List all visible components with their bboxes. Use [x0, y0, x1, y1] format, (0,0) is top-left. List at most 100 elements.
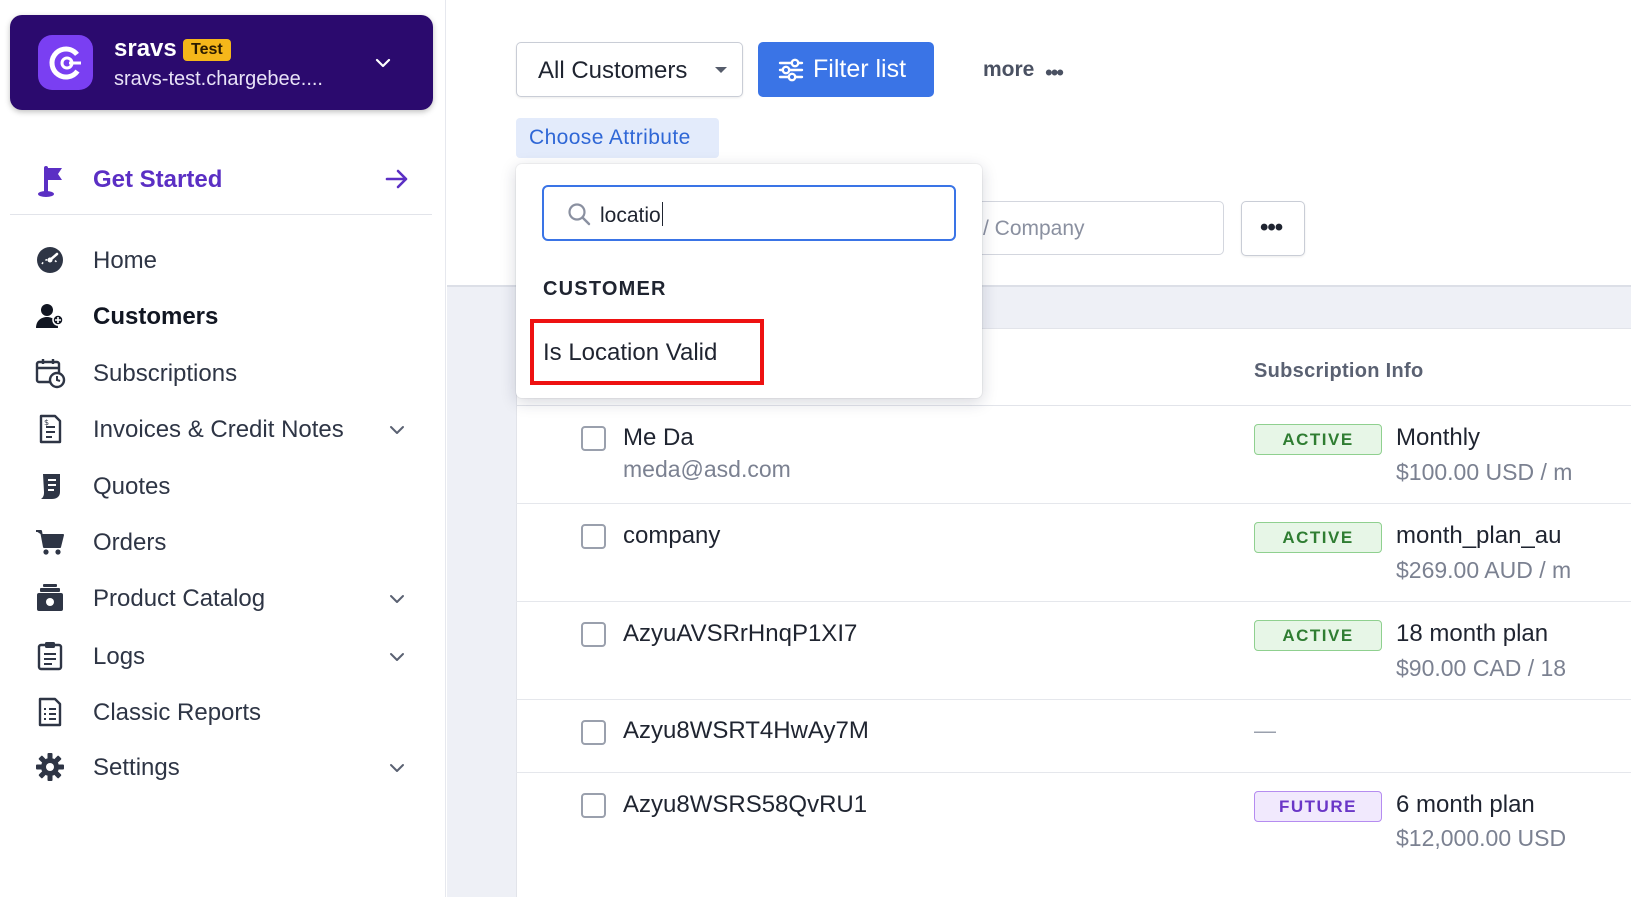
sidebar-item-subscriptions[interactable]: Subscriptions: [30, 351, 422, 395]
ellipsis-icon: •••: [1260, 214, 1283, 241]
row-checkbox[interactable]: [581, 793, 606, 818]
site-env-badge: Test: [183, 39, 231, 61]
get-started-link[interactable]: Get Started: [30, 160, 422, 204]
choose-attribute-label: Choose Attribute: [529, 126, 691, 149]
chevron-down-icon[interactable]: [386, 419, 408, 441]
row-checkbox[interactable]: [581, 622, 606, 647]
customer-view-select[interactable]: All Customers: [516, 42, 743, 97]
sidebar-item-customers[interactable]: Customers: [30, 294, 422, 338]
text-cursor: [661, 202, 663, 226]
sidebar-item-label: Quotes: [93, 473, 171, 500]
sidebar-item-classic-reports[interactable]: Classic Reports: [30, 690, 422, 734]
attribute-search-value: locatio: [600, 202, 663, 228]
svg-text:$: $: [44, 418, 49, 427]
sidebar: sravs Test sravs-test.chargebee.... Get …: [0, 0, 446, 897]
plan-price: $269.00 AUD / m: [1396, 557, 1572, 583]
customer-search-placeholder: / Company: [983, 217, 1085, 240]
chevron-down-icon[interactable]: [372, 52, 394, 74]
users-icon: [36, 304, 64, 328]
sidebar-item-label: Orders: [93, 529, 167, 556]
customer-name[interactable]: Azyu8WSRS58QvRU1: [623, 791, 867, 819]
sidebar-item-label: Subscriptions: [93, 360, 238, 387]
plan-name: 18 month plan: [1396, 620, 1549, 647]
sidebar-item-settings[interactable]: Settings: [30, 745, 422, 789]
gear-icon: [36, 753, 64, 781]
customer-email: meda@asd.com: [623, 456, 791, 482]
customer-search-input[interactable]: / Company: [960, 201, 1224, 255]
customer-name[interactable]: AzyuAVSRrHnqP1XI7: [623, 620, 857, 648]
plan-price: $90.00 CAD / 18: [1396, 655, 1567, 681]
attribute-search-text: locatio: [600, 204, 661, 227]
site-domain: sravs-test.chargebee....: [114, 68, 323, 90]
status-badge: FUTURE: [1254, 791, 1382, 822]
chevron-down-icon[interactable]: [386, 588, 408, 610]
chevron-down-icon[interactable]: [386, 646, 408, 668]
more-dots-icon[interactable]: •••: [1045, 60, 1064, 86]
table-row[interactable]: Azyu8WSRS58QvRU1 FUTURE 6 month plan $12…: [516, 773, 1631, 897]
sidebar-item-label: Settings: [93, 754, 180, 781]
customer-view-select-value: All Customers: [538, 57, 688, 84]
row-checkbox[interactable]: [581, 524, 606, 549]
cart-icon: [36, 530, 64, 555]
row-checkbox[interactable]: [581, 720, 606, 745]
choose-attribute-chip[interactable]: Choose Attribute: [516, 118, 719, 158]
sliders-icon: [778, 58, 804, 82]
customer-name[interactable]: Me Da: [623, 424, 694, 452]
filter-list-button[interactable]: Filter list: [758, 42, 934, 97]
arrow-right-icon: [385, 169, 408, 189]
site-name: sravs: [114, 35, 177, 62]
sidebar-item-product-catalog[interactable]: Product Catalog: [30, 576, 422, 620]
chargebee-logo-icon: [38, 35, 93, 90]
quote-scroll-icon: [41, 474, 60, 499]
attribute-section-heading: CUSTOMER: [543, 278, 667, 300]
sidebar-divider: [10, 214, 432, 215]
plan-price: $100.00 USD / m: [1396, 459, 1573, 485]
choose-attribute-dropdown: locatio CUSTOMER Is Location Valid: [516, 164, 982, 398]
plan-name: month_plan_au: [1396, 522, 1562, 549]
dashboard-gauge-icon: [37, 247, 63, 273]
more-actions-button[interactable]: •••: [1241, 201, 1305, 256]
attribute-option-label: Is Location Valid: [543, 339, 718, 366]
search-icon: [568, 203, 591, 226]
customer-name[interactable]: company: [623, 522, 720, 550]
status-badge: ACTIVE: [1254, 522, 1382, 553]
table-row[interactable]: Azyu8WSRT4HwAy7M —: [516, 700, 1631, 773]
chevron-down-icon[interactable]: [386, 757, 408, 779]
table-row[interactable]: AzyuAVSRrHnqP1XI7 ACTIVE 18 month plan $…: [516, 602, 1631, 700]
sidebar-item-invoices[interactable]: $ Invoices & Credit Notes: [30, 407, 422, 451]
more-link[interactable]: more: [983, 58, 1034, 82]
sidebar-item-label: Invoices & Credit Notes: [93, 416, 344, 443]
row-checkbox[interactable]: [581, 426, 606, 451]
plan-name: 6 month plan: [1396, 791, 1535, 818]
report-icon: [38, 697, 62, 727]
sidebar-item-quotes[interactable]: Quotes: [30, 464, 422, 508]
column-header-subscription-info[interactable]: Subscription Info: [1254, 360, 1424, 383]
sidebar-item-logs[interactable]: Logs: [30, 634, 422, 678]
caret-down-icon: [715, 67, 727, 73]
sidebar-item-label: Home: [93, 247, 158, 274]
clipboard-icon: [37, 642, 63, 671]
sidebar-item-label: Classic Reports: [93, 699, 262, 726]
attribute-search-input[interactable]: locatio: [542, 185, 956, 241]
filter-list-label: Filter list: [813, 55, 907, 83]
sidebar-item-label: Customers: [93, 303, 219, 330]
calendar-clock-icon: [35, 359, 66, 389]
sidebar-item-label: Product Catalog: [93, 585, 266, 612]
site-switcher[interactable]: sravs Test sravs-test.chargebee....: [10, 15, 433, 110]
get-started-label: Get Started: [93, 166, 223, 193]
sidebar-item-label: Logs: [93, 643, 146, 670]
status-badge: ACTIVE: [1254, 424, 1382, 455]
attribute-option-is-location-valid[interactable]: Is Location Valid: [530, 319, 764, 385]
sidebar-item-orders[interactable]: Orders: [30, 520, 422, 564]
table-row[interactable]: company ACTIVE month_plan_au $269.00 AUD…: [516, 504, 1631, 602]
status-badge: ACTIVE: [1254, 620, 1382, 651]
catalog-box-icon: [37, 584, 63, 611]
sidebar-item-home[interactable]: Home: [30, 238, 422, 282]
invoice-icon: $: [39, 414, 62, 444]
plan-name: Monthly: [1396, 424, 1481, 451]
table-row[interactable]: Me Da meda@asd.com ACTIVE Monthly $100.0…: [516, 406, 1631, 504]
flag-icon: [38, 166, 62, 197]
plan-price: $12,000.00 USD: [1396, 825, 1567, 851]
empty-subscription-marker: —: [1254, 718, 1276, 743]
customer-name[interactable]: Azyu8WSRT4HwAy7M: [623, 717, 869, 745]
